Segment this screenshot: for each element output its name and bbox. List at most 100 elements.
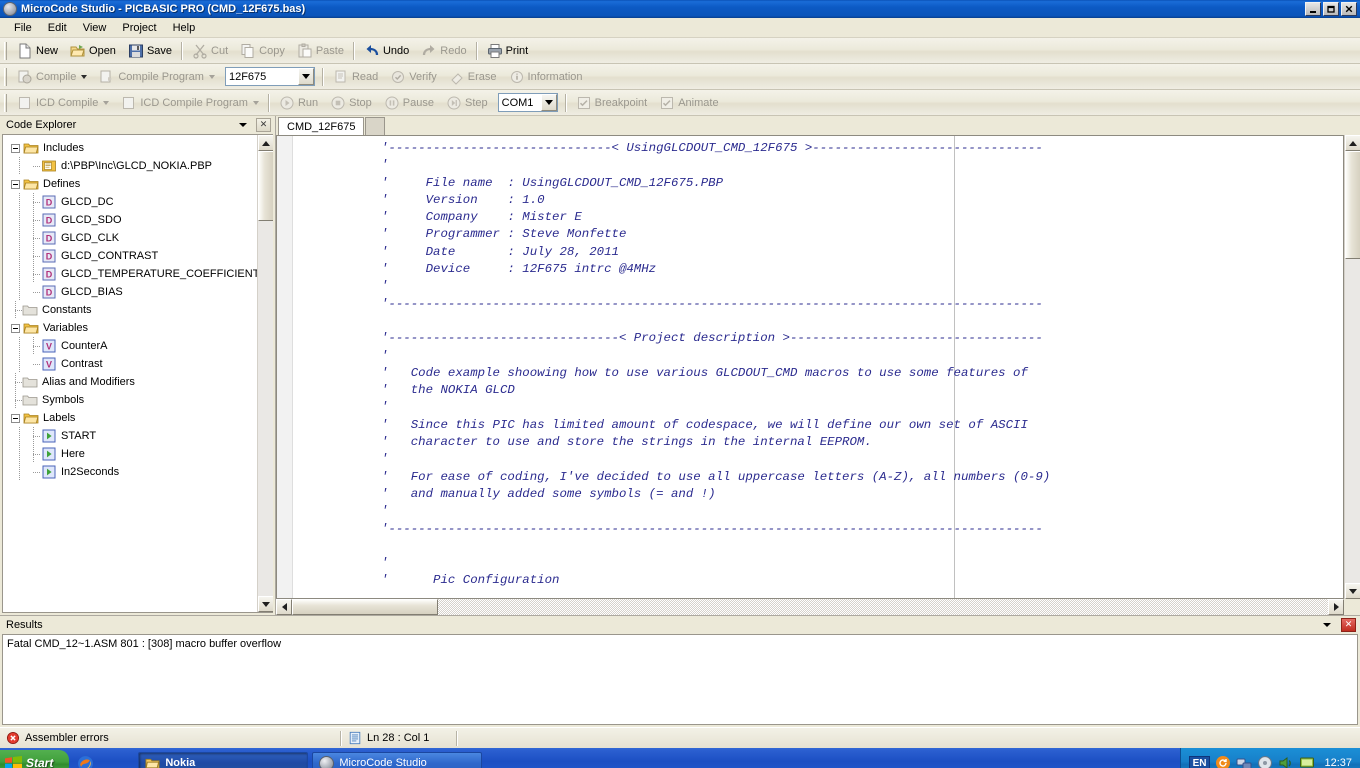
tree-item-here[interactable]: Here xyxy=(3,445,257,463)
redo-button[interactable]: Redo xyxy=(415,40,472,62)
tree-item-glcd-sdo[interactable]: DGLCD_SDO xyxy=(3,211,257,229)
menu-file[interactable]: File xyxy=(6,20,40,36)
taskbar-button-nokia[interactable]: Nokia xyxy=(138,752,308,768)
scroll-down-button[interactable] xyxy=(1345,583,1360,599)
scroll-up-button[interactable] xyxy=(258,135,273,151)
explorer-vertical-scrollbar[interactable] xyxy=(257,135,273,612)
scroll-left-button[interactable] xyxy=(276,599,292,615)
information-button[interactable]: Information xyxy=(503,66,589,88)
tree-toggle-icon[interactable] xyxy=(11,144,20,153)
menu-edit[interactable]: Edit xyxy=(40,20,75,36)
port-combo[interactable]: COM1 xyxy=(498,93,558,112)
device-combo-arrow[interactable] xyxy=(298,68,314,85)
scroll-thumb[interactable] xyxy=(292,599,438,615)
language-indicator[interactable]: EN xyxy=(1189,756,1211,768)
tree-item-contrast[interactable]: VContrast xyxy=(3,355,257,373)
code-line: '---------------------------------------… xyxy=(293,521,1343,538)
tree-item-includes[interactable]: Includes xyxy=(3,139,257,157)
tree-item-labels[interactable]: Labels xyxy=(3,409,257,427)
new-button[interactable]: New xyxy=(11,40,64,62)
code-explorer-tree[interactable]: Includesd:\PBP\Inc\GLCD_NOKIA.PBPDefines… xyxy=(3,135,257,612)
chevron-down-icon[interactable] xyxy=(239,123,247,127)
tree-toggle-icon[interactable] xyxy=(11,180,20,189)
tree-item-symbols[interactable]: Symbols xyxy=(3,391,257,409)
menu-view[interactable]: View xyxy=(75,20,115,36)
disk-icon[interactable] xyxy=(1257,755,1273,768)
toolbar-grip[interactable] xyxy=(4,68,7,86)
tree-item-glcd-dc[interactable]: DGLCD_DC xyxy=(3,193,257,211)
tree-item-variables[interactable]: Variables xyxy=(3,319,257,337)
update-icon[interactable] xyxy=(1215,755,1231,768)
minimize-button[interactable] xyxy=(1305,2,1321,16)
icd-compile-program-button[interactable]: ICD Compile Program xyxy=(115,92,265,114)
tree-item-glcd-bias[interactable]: DGLCD_BIAS xyxy=(3,283,257,301)
tree-item-constants[interactable]: Constants xyxy=(3,301,257,319)
tree-item-glcd-clk[interactable]: DGLCD_CLK xyxy=(3,229,257,247)
breakpoint-button[interactable]: Breakpoint xyxy=(570,92,654,114)
editor-frame[interactable]: '------------------------------< UsingGL… xyxy=(276,135,1344,599)
tree-item-start[interactable]: START xyxy=(3,427,257,445)
step-button[interactable]: Step xyxy=(440,92,494,114)
erase-button[interactable]: Erase xyxy=(443,66,503,88)
undo-button[interactable]: Undo xyxy=(358,40,415,62)
network-icon[interactable] xyxy=(1236,755,1252,768)
port-combo-arrow[interactable] xyxy=(541,94,557,111)
close-button[interactable] xyxy=(1341,2,1357,16)
scroll-right-button[interactable] xyxy=(1328,599,1344,615)
tree-item-countera[interactable]: VCounterA xyxy=(3,337,257,355)
start-button[interactable]: Start xyxy=(0,750,69,768)
run-button[interactable]: Run xyxy=(273,92,324,114)
editor-tab-cmd-12f675[interactable]: CMD_12F675 xyxy=(278,117,364,135)
code-explorer-close-icon[interactable]: ✕ xyxy=(256,118,271,132)
menu-project[interactable]: Project xyxy=(114,20,164,36)
pause-button[interactable]: Pause xyxy=(378,92,440,114)
scroll-thumb[interactable] xyxy=(1345,151,1360,259)
results-close-icon[interactable]: ✕ xyxy=(1341,618,1356,632)
system-clock[interactable]: 12:37 xyxy=(1324,757,1352,768)
maximize-button[interactable] xyxy=(1323,2,1339,16)
scroll-up-button[interactable] xyxy=(1345,135,1360,151)
compile-button[interactable]: Compile xyxy=(11,66,93,88)
tree-item-glcd-temperature-coefficient[interactable]: DGLCD_TEMPERATURE_COEFFICIENT xyxy=(3,265,257,283)
menu-help[interactable]: Help xyxy=(165,20,204,36)
tree-toggle-icon[interactable] xyxy=(11,414,20,423)
tree-item-glcd-contrast[interactable]: DGLCD_CONTRAST xyxy=(3,247,257,265)
icd-compile-button[interactable]: ICD Compile xyxy=(11,92,115,114)
save-button[interactable]: Save xyxy=(122,40,178,62)
scroll-thumb[interactable] xyxy=(258,151,273,221)
editor-code-surface[interactable]: '------------------------------< UsingGL… xyxy=(293,136,1343,598)
chevron-down-icon[interactable] xyxy=(81,75,87,79)
animate-button[interactable]: Animate xyxy=(653,92,724,114)
compile-program-button[interactable]: Compile Program xyxy=(93,66,221,88)
cut-button[interactable]: Cut xyxy=(186,40,234,62)
tree-item-d-pbp-inc-glcd-nokia-pbp[interactable]: d:\PBP\Inc\GLCD_NOKIA.PBP xyxy=(3,157,257,175)
open-button[interactable]: Open xyxy=(64,40,122,62)
editor-tab-placeholder[interactable] xyxy=(365,117,385,135)
taskbar-button-microcode-studio[interactable]: MicroCode Studio xyxy=(312,752,482,768)
print-button[interactable]: Print xyxy=(481,40,535,62)
speaker-icon[interactable] xyxy=(1278,755,1294,768)
display-icon[interactable] xyxy=(1299,755,1315,768)
firefox-icon[interactable] xyxy=(77,755,94,768)
tree-item-alias-and-modifiers[interactable]: Alias and Modifiers xyxy=(3,373,257,391)
tree-item-in2seconds[interactable]: In2Seconds xyxy=(3,463,257,481)
status-errors-cell[interactable]: Assembler errors xyxy=(0,730,340,747)
chevron-down-icon[interactable] xyxy=(103,101,109,105)
editor-horizontal-scrollbar[interactable] xyxy=(276,599,1344,615)
read-button[interactable]: Read xyxy=(327,66,384,88)
chevron-down-icon[interactable] xyxy=(209,75,215,79)
editor-vertical-scrollbar[interactable] xyxy=(1344,135,1360,599)
copy-button[interactable]: Copy xyxy=(234,40,291,62)
tree-item-defines[interactable]: Defines xyxy=(3,175,257,193)
paste-button[interactable]: Paste xyxy=(291,40,350,62)
device-combo[interactable]: 12F675 xyxy=(225,67,315,86)
scroll-down-button[interactable] xyxy=(258,596,273,612)
verify-button[interactable]: Verify xyxy=(384,66,443,88)
toolbar-grip[interactable] xyxy=(4,42,7,60)
chevron-down-icon[interactable] xyxy=(1323,623,1331,627)
toolbar-grip[interactable] xyxy=(4,94,7,112)
stop-button[interactable]: Stop xyxy=(324,92,378,114)
tree-toggle-icon[interactable] xyxy=(11,324,20,333)
results-output[interactable]: Fatal CMD_12~1.ASM 801 : [308] macro buf… xyxy=(2,634,1358,725)
chevron-down-icon[interactable] xyxy=(253,101,259,105)
